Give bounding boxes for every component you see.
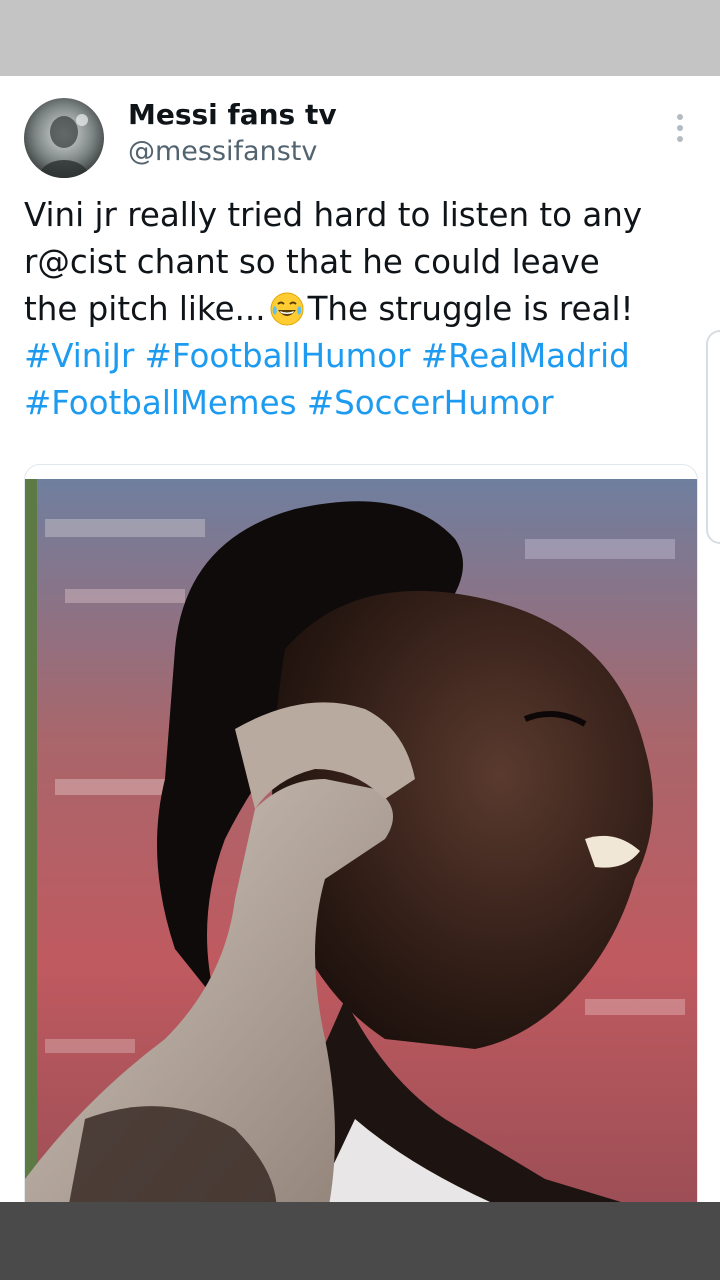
tweet-text-segment: The struggle is real! (307, 290, 634, 328)
more-vertical-icon[interactable] (668, 112, 692, 144)
avatar[interactable] (24, 98, 104, 178)
tweet-text-line: the pitch like... The struggle is real! (24, 286, 704, 333)
hashtag-line[interactable]: #FootballMemes #SoccerHumor (24, 380, 704, 427)
screen: Messi fans tv @messifanstv Vini jr reall… (0, 0, 720, 1280)
tweet-text-segment: the pitch like... (24, 290, 266, 328)
face-with-tears-of-joy-icon (270, 292, 304, 326)
display-name[interactable]: Messi fans tv (128, 98, 337, 131)
tweet-card[interactable]: Messi fans tv @messifanstv Vini jr reall… (0, 76, 720, 1226)
tweet-text-line: r@cist chant so that he could leave (24, 243, 600, 281)
status-bar-area (0, 0, 720, 76)
user-handle[interactable]: @messifanstv (128, 136, 317, 167)
side-panel-handle[interactable] (706, 330, 720, 544)
tweet-text: Vini jr really tried hard to listen to a… (24, 192, 704, 427)
hashtag-line[interactable]: #ViniJr #FootballHumor #RealMadrid (24, 333, 704, 380)
tweet-text-line: Vini jr really tried hard to listen to a… (24, 196, 643, 234)
tweet-photo[interactable] (25, 479, 697, 1225)
tweet-media[interactable] (24, 464, 698, 1226)
navigation-bar-area (0, 1202, 720, 1280)
